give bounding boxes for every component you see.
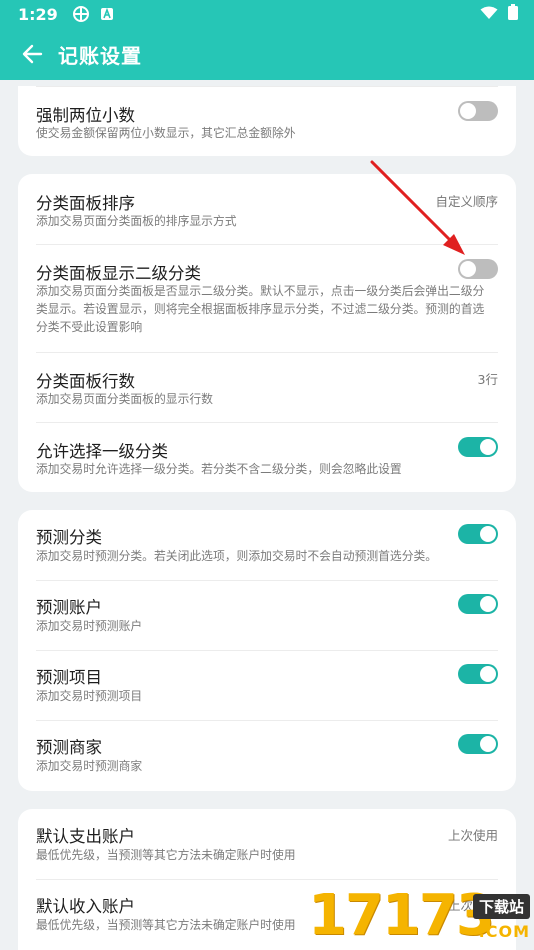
setting-value: 上次使用 <box>447 828 498 843</box>
setting-show-subcategory[interactable]: 分类面板显示二级分类 添加交易页面分类面板是否显示二级分类。默认不显示，点击一级… <box>18 244 516 352</box>
setting-title: 允许选择一级分类 <box>36 442 168 461</box>
setting-title: 默认收入账户 <box>36 897 135 916</box>
setting-desc: 添加交易页面分类面板是否显示二级分类。默认不显示，点击一级分类后会弹出二级分类显… <box>36 284 485 334</box>
setting-title: 预测商家 <box>36 738 102 757</box>
setting-title: 预测账户 <box>36 598 102 617</box>
toggle-switch[interactable] <box>458 259 498 279</box>
setting-desc: 添加交易时预测分类。若关闭此选项，则添加交易时不会自动预测首选分类。 <box>36 549 438 563</box>
setting-predict-project[interactable]: 预测项目 添加交易时预测项目 <box>18 650 516 720</box>
setting-title: 强制两位小数 <box>36 106 135 125</box>
battery-icon <box>508 4 518 24</box>
setting-value: 上次使用 <box>447 898 498 913</box>
toggle-switch[interactable] <box>458 734 498 754</box>
setting-desc: 添加交易页面分类面板的显示行数 <box>36 392 213 406</box>
toggle-switch[interactable] <box>458 664 498 684</box>
setting-category-sort[interactable]: 分类面板排序 添加交易页面分类面板的排序显示方式 自定义顺序 <box>18 174 516 244</box>
settings-card-display: 强制两位小数 使交易金额保留两位小数显示，其它汇总金额除外 <box>18 86 516 156</box>
setting-title: 分类面板排序 <box>36 194 135 213</box>
app-shortcut-icon <box>72 5 90 23</box>
setting-value: 3行 <box>477 372 498 387</box>
wifi-icon <box>480 5 498 24</box>
status-time: 1:29 <box>18 4 58 24</box>
setting-value: 自定义顺序 <box>435 194 498 209</box>
toggle-switch[interactable] <box>458 437 498 457</box>
settings-card-category-panel: 分类面板排序 添加交易页面分类面板的排序显示方式 自定义顺序 分类面板显示二级分… <box>18 174 516 492</box>
setting-predict-category[interactable]: 预测分类 添加交易时预测分类。若关闭此选项，则添加交易时不会自动预测首选分类。 <box>18 510 516 580</box>
page-title: 记账设置 <box>58 43 142 68</box>
setting-desc: 添加交易时预测商家 <box>36 759 143 773</box>
a-badge-icon <box>100 7 114 21</box>
setting-desc: 使交易金额保留两位小数显示，其它汇总金额除外 <box>36 126 296 140</box>
setting-title: 分类面板行数 <box>36 372 135 391</box>
setting-title: 默认支出账户 <box>36 827 135 846</box>
setting-default-expense-account[interactable]: 默认支出账户 最低优先级，当预测等其它方法未确定账户时使用 上次使用 <box>18 809 516 879</box>
setting-desc: 添加交易时预测账户 <box>36 619 143 633</box>
arrow-left-icon[interactable] <box>18 40 46 68</box>
setting-desc: 最低优先级，当预测等其它方法未确定账户时使用 <box>36 918 296 932</box>
toggle-switch[interactable] <box>458 101 498 121</box>
status-right <box>480 4 518 24</box>
settings-card-prediction: 预测分类 添加交易时预测分类。若关闭此选项，则添加交易时不会自动预测首选分类。 … <box>18 510 516 791</box>
setting-desc: 最低优先级，当预测等其它方法未确定账户时使用 <box>36 848 296 862</box>
setting-desc: 添加交易时预测项目 <box>36 689 143 703</box>
setting-allow-first-level[interactable]: 允许选择一级分类 添加交易时允许选择一级分类。若分类不含二级分类，则会忽略此设置 <box>18 422 516 492</box>
status-bar: 1:29 <box>0 0 534 28</box>
setting-default-income-account[interactable]: 默认收入账户 最低优先级，当预测等其它方法未确定账户时使用 上次使用 <box>18 879 516 950</box>
setting-category-rows[interactable]: 分类面板行数 添加交易页面分类面板的显示行数 3行 <box>18 352 516 422</box>
setting-predict-merchant[interactable]: 预测商家 添加交易时预测商家 <box>18 720 516 791</box>
toggle-switch[interactable] <box>458 524 498 544</box>
settings-card-default-accounts: 默认支出账户 最低优先级，当预测等其它方法未确定账户时使用 上次使用 默认收入账… <box>18 809 516 950</box>
setting-title: 分类面板显示二级分类 <box>36 264 201 283</box>
setting-desc: 添加交易时允许选择一级分类。若分类不含二级分类，则会忽略此设置 <box>36 462 402 476</box>
setting-force-two-decimals[interactable]: 强制两位小数 使交易金额保留两位小数显示，其它汇总金额除外 <box>18 86 516 156</box>
toggle-switch[interactable] <box>458 594 498 614</box>
setting-predict-account[interactable]: 预测账户 添加交易时预测账户 <box>18 580 516 650</box>
setting-title: 预测分类 <box>36 528 102 547</box>
setting-title: 预测项目 <box>36 668 102 687</box>
app-bar: 记账设置 <box>0 28 534 80</box>
setting-desc: 添加交易页面分类面板的排序显示方式 <box>36 214 237 228</box>
